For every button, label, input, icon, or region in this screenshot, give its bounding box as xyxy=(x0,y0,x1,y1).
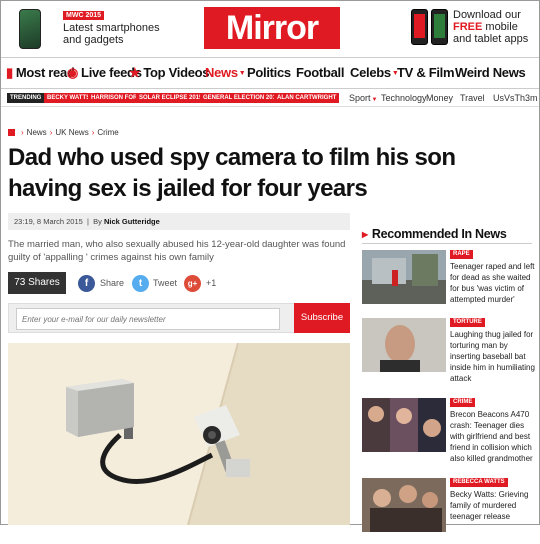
thumbnail-mugshot[interactable] xyxy=(362,318,446,372)
trending-label: TRENDING xyxy=(7,93,45,103)
subnav-label: Sport xyxy=(349,93,371,103)
main-nav: ▮ Most read ◉ Live feeds ★ Top Videos News▼… xyxy=(1,57,539,89)
trending-tag[interactable]: BECKY WATTS xyxy=(44,93,94,103)
trending-tag[interactable]: ALAN CARTWRIGHT xyxy=(274,93,340,103)
breadcrumb-crime[interactable]: Crime xyxy=(97,128,118,137)
promo-apps-text: Download our FREE mobile and tablet apps xyxy=(453,9,537,45)
nav-label: News xyxy=(205,65,238,80)
share-count: 73 Shares xyxy=(8,272,66,294)
newsletter-signup: Subscribe xyxy=(8,303,350,333)
promo-badge: MWC 2015 xyxy=(63,11,105,20)
phone-icon xyxy=(411,9,428,45)
story-title[interactable]: Laughing thug jailed for torturing man b… xyxy=(450,329,536,384)
story-title[interactable]: Teenager raped and left for dead as she … xyxy=(450,261,536,305)
recommended-item[interactable]: RAPE Teenager raped and left for dead as… xyxy=(362,250,536,316)
google-plus-icon[interactable]: g+ xyxy=(184,275,201,292)
nav-label: Politics xyxy=(247,65,291,80)
promo-smartphones[interactable]: MWC 2015 Latest smartphones and gadgets xyxy=(19,7,169,51)
mirror-logo[interactable]: Mirror xyxy=(204,7,340,49)
story-tag: CRIME xyxy=(450,398,476,407)
article-standfirst: The married man, who also sexually abuse… xyxy=(8,239,346,263)
nav-celebs[interactable]: Celebs▼ xyxy=(350,65,399,80)
facebook-share-button[interactable]: Share xyxy=(100,278,124,288)
star-icon: ★ xyxy=(129,65,141,80)
promo-apps[interactable]: Download our FREE mobile and tablet apps xyxy=(409,7,534,51)
nav-news[interactable]: News▼ xyxy=(205,65,246,80)
author-link[interactable]: Nick Gutteridge xyxy=(104,217,160,226)
phone-icon xyxy=(431,9,448,45)
article-headline: Dad who used spy camera to film his son … xyxy=(8,144,456,202)
subnav-sport[interactable]: Sport▼ xyxy=(349,93,377,103)
breadcrumb-uk-news[interactable]: UK News xyxy=(55,128,88,137)
nav-politics[interactable]: Politics xyxy=(247,65,291,80)
free-label: FREE xyxy=(453,21,483,33)
subnav-money[interactable]: Money xyxy=(426,93,453,103)
recommended-title: Recommended In News xyxy=(371,227,507,241)
google-plus-button[interactable]: +1 xyxy=(206,278,216,288)
thumbnail-crowd[interactable] xyxy=(362,478,446,532)
nav-label: Top Videos xyxy=(143,65,210,80)
story-tag: TORTURE xyxy=(450,318,485,327)
recommended-heading: ▶ Recommended In News xyxy=(362,227,507,241)
live-icon: ◉ xyxy=(67,65,79,80)
breadcrumb: › News › UK News › Crime xyxy=(8,128,119,137)
subnav-usvsth3m[interactable]: UsVsTh3m xyxy=(493,93,538,103)
byline-prefix: By xyxy=(93,217,102,226)
facebook-icon[interactable]: f xyxy=(78,275,95,292)
nav-most-read[interactable]: ▮ Most read xyxy=(6,65,75,81)
nav-label: Celebs xyxy=(350,65,391,80)
twitter-tweet-button[interactable]: Tweet xyxy=(153,278,177,288)
article-photo-cctv-camera xyxy=(8,343,350,525)
subnav-travel[interactable]: Travel xyxy=(460,93,485,103)
nav-tv-film[interactable]: TV & Film xyxy=(397,65,455,80)
subscribe-button[interactable]: Subscribe xyxy=(294,303,350,333)
breadcrumb-sep: › xyxy=(21,128,24,137)
trending-tag[interactable]: GENERAL ELECTION 2015 xyxy=(200,93,283,103)
breadcrumb-sep: › xyxy=(91,128,95,137)
article-meta: 23:19, 8 March 2015 | By Nick Gutteridge xyxy=(8,213,350,230)
recommended-item[interactable]: TORTURE Laughing thug jailed for torturi… xyxy=(362,318,536,384)
nav-football[interactable]: Football xyxy=(296,65,344,80)
story-title[interactable]: Becky Watts: Grieving family of murdered… xyxy=(450,489,536,522)
bar-chart-icon: ▮ xyxy=(6,65,13,80)
subnav-technology[interactable]: Technology xyxy=(381,93,427,103)
breadcrumb-sep: › xyxy=(49,128,53,137)
trending-tag[interactable]: SOLAR ECLIPSE 2015 xyxy=(136,93,206,103)
nav-label: Most read xyxy=(15,65,75,80)
home-icon[interactable] xyxy=(8,129,15,136)
article-date: 23:19, 8 March 2015 xyxy=(14,217,83,226)
twitter-icon[interactable]: t xyxy=(132,275,149,292)
nav-label: TV & Film xyxy=(397,65,455,80)
chevron-down-icon: ▼ xyxy=(371,97,378,103)
newsletter-email-input[interactable] xyxy=(16,308,280,330)
story-tag: RAPE xyxy=(450,250,473,259)
nav-weird-news[interactable]: Weird News xyxy=(455,65,526,80)
promo-text: Latest smartphones and gadgets xyxy=(63,22,160,46)
nav-top-videos[interactable]: ★ Top Videos xyxy=(129,65,210,81)
site-header: MWC 2015 Latest smartphones and gadgets … xyxy=(1,1,539,57)
divider xyxy=(362,243,532,244)
nav-label: Weird News xyxy=(455,65,526,80)
story-title[interactable]: Brecon Beacons A470 crash: Teenager dies… xyxy=(450,409,536,464)
share-bar: 73 Shares f Share t Tweet g+ +1 xyxy=(8,272,350,294)
promo-apps-text-a: Download our xyxy=(453,9,521,21)
smartphone-icon xyxy=(19,9,41,49)
nav-label: Football xyxy=(296,65,345,80)
thumbnail-victims[interactable] xyxy=(362,398,446,452)
story-tag: REBECCA WATTS xyxy=(450,478,508,487)
arrow-right-icon: ▶ xyxy=(362,230,368,239)
trending-bar: TRENDING BECKY WATTS HARRISON FORD SOLAR… xyxy=(1,89,539,107)
recommended-item[interactable]: REBECCA WATTS Becky Watts: Grieving fami… xyxy=(362,478,534,544)
breadcrumb-news[interactable]: News xyxy=(27,128,47,137)
recommended-item[interactable]: CRIME Brecon Beacons A470 crash: Teenage… xyxy=(362,398,534,464)
thumbnail-bus-stop[interactable] xyxy=(362,250,446,304)
chevron-down-icon: ▼ xyxy=(238,70,246,77)
